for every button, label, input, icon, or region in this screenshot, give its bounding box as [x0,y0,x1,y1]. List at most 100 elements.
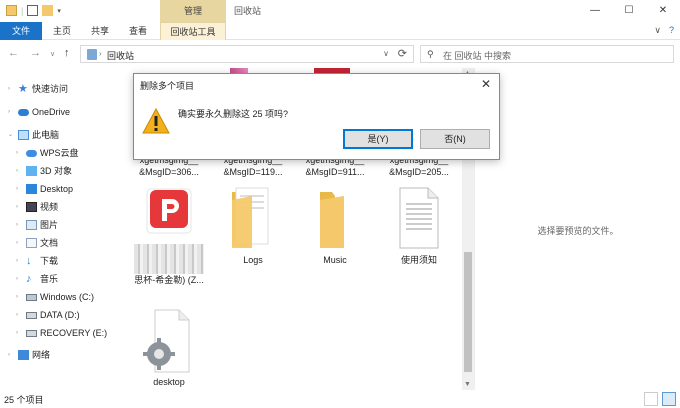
large-icons-view-icon[interactable] [662,392,676,406]
star-icon: ★ [18,83,28,95]
search-input[interactable]: 在 回收站 中搜索 [443,49,511,62]
file-name: &MsgID=119... [223,167,283,177]
expand-arrow-icon[interactable]: › [16,252,18,270]
sidebar-item-3d-objects[interactable]: › 3D 对象 [0,162,126,180]
music-icon: ♪ [26,273,32,285]
help-icon[interactable]: ? [669,25,674,36]
expand-arrow-icon[interactable]: › [16,324,18,342]
file-name: desktop [153,377,185,387]
address-bar[interactable]: › 回收站 ∨ ⟳ [80,45,414,63]
expand-arrow-icon[interactable]: › [16,216,18,234]
sidebar-item-quick-access[interactable]: › ★ 快速访问 [0,80,126,98]
sidebar-item-label: 文档 [40,238,59,248]
separator: | [21,5,24,16]
window-title: 回收站 [234,6,262,16]
sidebar-item-label: 图片 [40,220,59,230]
sidebar-item-this-pc[interactable]: ⌄ 此电脑 [0,126,126,144]
sidebar-item-label: 视频 [40,202,59,212]
preview-pane: 选择要预览的文件。 [474,68,680,390]
expand-arrow-icon[interactable]: › [16,198,18,216]
expand-arrow-icon[interactable]: ⌄ [8,126,13,144]
dialog-message: 确实要永久删除这 25 项吗? [178,109,289,119]
file-name: &MsgID=911... [305,167,365,177]
list-item[interactable]: Music [296,186,374,266]
dialog-title-bar: 删除多个项目 ✕ [134,74,499,96]
yes-button[interactable]: 是(Y) [343,129,413,149]
dialog-title: 删除多个项目 [140,81,195,91]
expand-arrow-icon[interactable]: › [16,162,18,180]
list-item[interactable]: Logs [214,186,292,266]
breadcrumb[interactable]: 回收站 [107,49,134,62]
maximize-button[interactable]: ☐ [612,0,646,22]
sidebar-item-onedrive[interactable]: › OneDrive [0,103,126,121]
minimize-button[interactable]: — [578,0,612,22]
quick-access-toolbar: | ▾ [6,5,61,16]
sidebar-item-pictures[interactable]: › 图片 [0,216,126,234]
file-name: &MsgID=205... [389,167,449,177]
drive-icon [26,330,37,337]
search-box[interactable]: ⚲ 在 回收站 中搜索 [420,45,674,63]
new-folder-icon[interactable] [42,5,54,16]
file-name: 思杯-希金勒) (Z... [134,275,204,285]
sidebar-item-label: RECOVERY (E:) [40,328,108,338]
list-item[interactable]: 使用须知 [380,186,458,266]
dialog-close-button[interactable]: ✕ [481,77,491,91]
scrollbar-thumb[interactable] [464,252,472,372]
list-item[interactable]: desktop [130,308,208,388]
expand-arrow-icon[interactable]: › [16,288,18,306]
sidebar-item-videos[interactable]: › 视频 [0,198,126,216]
settings-file-icon [143,309,190,373]
expand-arrow-icon[interactable]: › [8,80,10,98]
expand-ribbon-icon[interactable]: ∨ [654,25,661,36]
list-item[interactable]: 思杯-希金勒) (Z... [130,186,208,304]
recycle-bin-icon [87,49,97,60]
tab-home[interactable]: 主页 [46,22,78,40]
up-icon[interactable]: ↑ [64,47,70,59]
recent-locations-icon[interactable]: ∨ [50,50,55,58]
sidebar-item-network[interactable]: › 网络 [0,346,126,364]
expand-arrow-icon[interactable]: › [16,144,18,162]
sidebar-item-drive-d[interactable]: › DATA (D:) [0,306,126,324]
expand-arrow-icon[interactable]: › [16,180,18,198]
tab-view[interactable]: 查看 [122,22,154,40]
properties-icon[interactable] [27,5,39,16]
network-icon [18,350,29,360]
tab-recycle-bin-tools[interactable]: 回收站工具 [160,22,226,40]
drive-icon [26,312,37,319]
breadcrumb-chevron-icon[interactable]: › [99,49,102,58]
scroll-down-icon[interactable]: ▼ [464,381,471,388]
sidebar-item-documents[interactable]: › 文档 [0,234,126,252]
sidebar-item-desktop[interactable]: › Desktop [0,180,126,198]
back-icon[interactable]: ← [8,47,19,59]
tab-share[interactable]: 共享 [84,22,116,40]
sidebar-item-label: Windows (C:) [40,292,95,302]
expand-arrow-icon[interactable]: › [16,306,18,324]
refresh-icon[interactable]: ⟳ [398,47,407,60]
expand-arrow-icon[interactable]: › [8,103,10,121]
sidebar-item-wps-cloud[interactable]: › WPS云盘 [0,144,126,162]
desktop-icon [26,184,37,194]
customize-toolbar-icon[interactable]: ▾ [57,7,61,15]
item-count: 25 个项目 [4,395,44,405]
ribbon-tabs: 文件 主页 共享 查看 回收站工具 ∨ ? [0,22,680,40]
sidebar-item-label: Desktop [40,184,74,194]
download-icon: ↓ [26,255,32,267]
document-icon [26,238,37,248]
expand-arrow-icon[interactable]: › [16,234,18,252]
expand-arrow-icon[interactable]: › [8,346,10,364]
wps-cloud-icon [26,150,37,157]
sidebar-item-drive-e[interactable]: › RECOVERY (E:) [0,324,126,342]
address-row: ← → ∨ ↑ › 回收站 ∨ ⟳ ⚲ 在 回收站 中搜索 [0,41,680,67]
tab-file[interactable]: 文件 [0,22,42,40]
close-button[interactable]: ✕ [646,0,680,22]
file-name: Music [323,255,347,265]
details-view-icon[interactable] [644,392,658,406]
sidebar-item-music[interactable]: › ♪ 音乐 [0,270,126,288]
sidebar-item-downloads[interactable]: › ↓ 下载 [0,252,126,270]
expand-arrow-icon[interactable]: › [16,270,18,288]
address-dropdown-icon[interactable]: ∨ [383,49,389,58]
no-button[interactable]: 否(N) [420,129,490,149]
sidebar-item-drive-c[interactable]: › Windows (C:) [0,288,126,306]
title-bar: | ▾ 管理 回收站 — ☐ ✕ [0,0,680,22]
forward-icon[interactable]: → [30,47,41,59]
